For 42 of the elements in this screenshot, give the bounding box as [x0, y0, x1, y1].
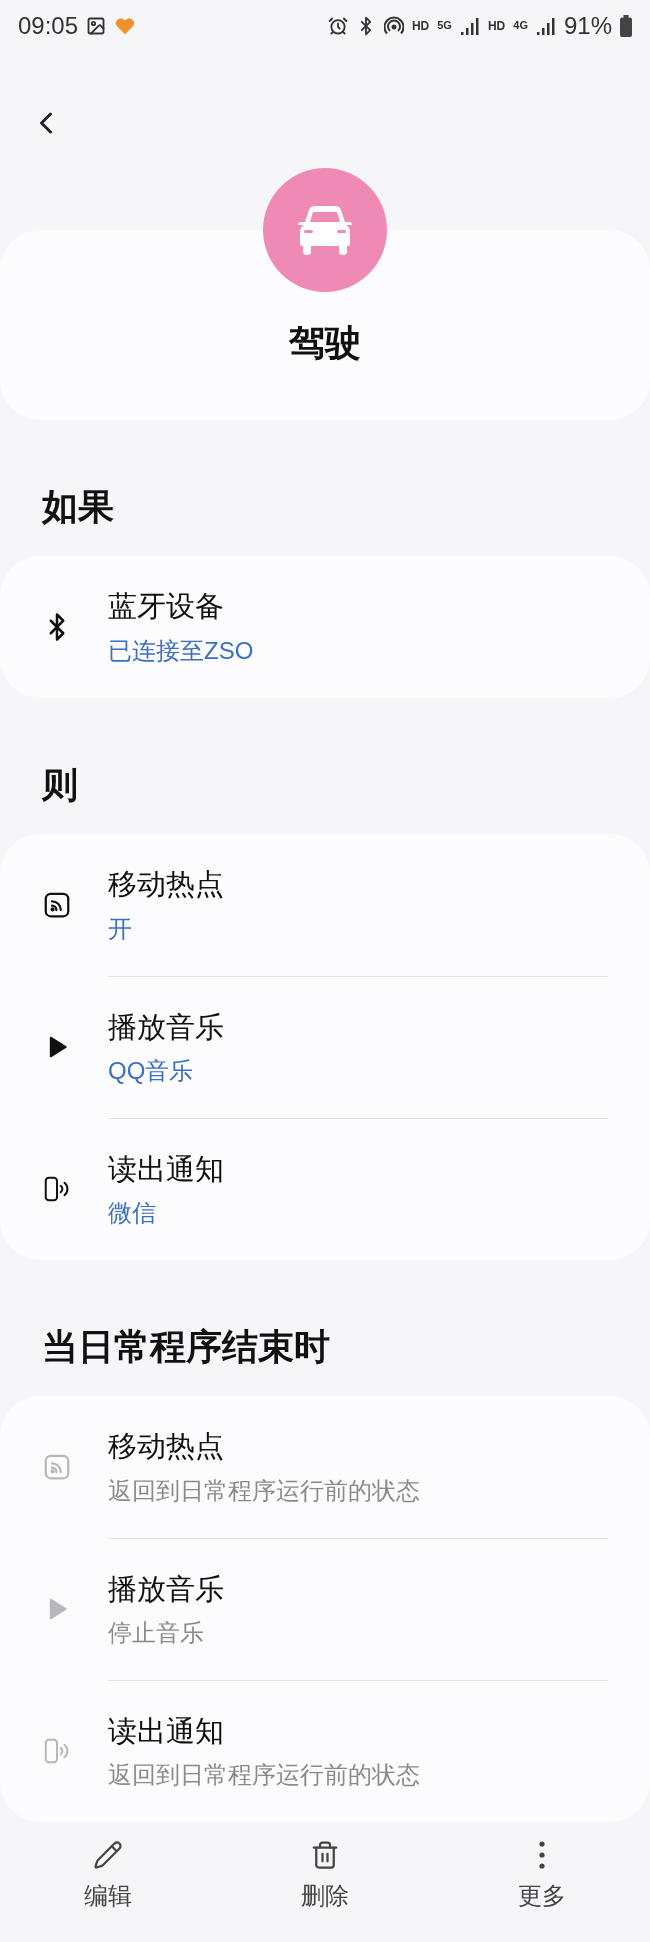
row-title: 蓝牙设备 [108, 589, 225, 625]
row-subtitle: 返回到日常程序运行前的状态 [108, 1476, 421, 1506]
row-subtitle: 停止音乐 [108, 1618, 205, 1649]
hotspot-icon [383, 15, 404, 36]
routine-title: 驾驶 [289, 321, 361, 366]
alarm-icon [327, 15, 348, 36]
row-title: 播放音乐 [108, 1572, 225, 1607]
pencil-icon [93, 1840, 124, 1871]
row-title: 移动热点 [108, 1429, 225, 1465]
status-time: 09:05 [18, 10, 79, 41]
heart-icon [114, 15, 137, 36]
signal-icon [535, 15, 556, 36]
network-label: 4G [513, 20, 528, 32]
network-label: 5G [437, 20, 452, 32]
section-heading: 则 [42, 764, 78, 806]
row-subtitle: QQ音乐 [108, 1056, 195, 1087]
routine-row[interactable]: 蓝牙设备 已连接至ZSO [42, 556, 608, 699]
row-subtitle: 已连接至ZSO [108, 636, 255, 666]
row-title: 读出通知 [108, 1152, 225, 1187]
battery-icon [620, 14, 632, 37]
routine-row[interactable]: 播放音乐 QQ音乐 [42, 976, 608, 1119]
toolbar-button[interactable]: 编辑 [33, 1840, 184, 1915]
row-subtitle: 微信 [108, 1198, 157, 1229]
network-label: HD [411, 17, 430, 35]
row-subtitle: 开 [108, 914, 133, 944]
battery-percent: 91% [563, 10, 612, 41]
row-title: 读出通知 [108, 1714, 225, 1749]
section-heading: 如果 [42, 486, 114, 528]
row-title: 移动热点 [108, 867, 225, 903]
row-title: 播放音乐 [108, 1010, 225, 1045]
row-subtitle: 返回到日常程序运行前的状态 [108, 1760, 421, 1791]
signal-icon [459, 15, 480, 36]
toolbar-button[interactable]: 更多 [466, 1840, 617, 1915]
routine-row[interactable]: 移动热点 开 [42, 834, 608, 977]
toolbar-button[interactable]: 删除 [250, 1840, 400, 1915]
car-icon [295, 204, 355, 257]
image-icon [86, 15, 107, 36]
routine-row[interactable]: 读出通知 微信 [42, 1118, 608, 1261]
trash-icon [310, 1840, 340, 1871]
network-label: HD [487, 17, 506, 35]
more-icon [538, 1841, 545, 1870]
section-heading: 当日常程序结束时 [42, 1326, 330, 1368]
